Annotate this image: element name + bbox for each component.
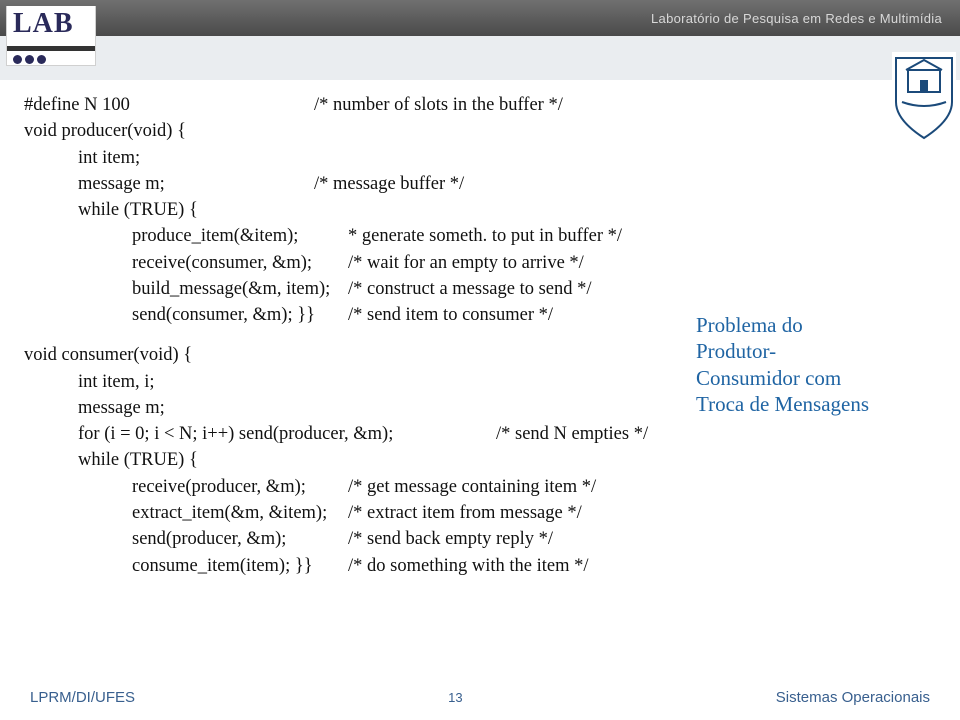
code-line: message m; (78, 395, 165, 421)
code-comment: /* message buffer */ (314, 171, 464, 197)
code-line: #define N 100 (24, 92, 314, 118)
code-comment: /* extract item from message */ (348, 500, 582, 526)
code-line: int item, i; (78, 369, 155, 395)
university-shield-icon (892, 52, 956, 142)
callout-line: Consumidor com (696, 365, 932, 391)
footer-left: LPRM/DI/UFES (30, 689, 135, 706)
code-comment: /* do something with the item */ (348, 553, 588, 579)
page-number: 13 (448, 690, 462, 705)
code-line: while (TRUE) { (78, 197, 198, 223)
code-line: send(consumer, &m); }} (132, 302, 348, 328)
callout-line: Troca de Mensagens (696, 391, 932, 417)
footer: LPRM/DI/UFES 13 Sistemas Operacionais (0, 689, 960, 706)
callout-line: Produtor- (696, 338, 932, 364)
code-line: while (TRUE) { (78, 447, 198, 473)
code-line: receive(producer, &m); (132, 474, 348, 500)
lab-name: Laboratório de Pesquisa em Redes e Multi… (651, 11, 942, 26)
code-line: int item; (78, 145, 140, 171)
top-banner: Laboratório de Pesquisa em Redes e Multi… (0, 0, 960, 36)
code-line: consume_item(item); }} (132, 553, 348, 579)
callout-box: Problema do Produtor- Consumidor com Tro… (696, 312, 932, 417)
code-comment: /* number of slots in the buffer */ (314, 92, 563, 118)
logo-dots (7, 51, 95, 66)
code-line: extract_item(&m, &item); (132, 500, 348, 526)
code-comment: * generate someth. to put in buffer */ (348, 223, 622, 249)
code-line: message m; (78, 171, 314, 197)
logo-fragment: LAB (6, 6, 96, 66)
logo-text: LAB (7, 6, 95, 42)
code-comment: /* wait for an empty to arrive */ (348, 250, 584, 276)
slide-body: #define N 100/* number of slots in the b… (0, 80, 960, 668)
code-line: void producer(void) { (24, 118, 186, 144)
code-line: receive(consumer, &m); (132, 250, 348, 276)
code-comment: /* construct a message to send */ (348, 276, 592, 302)
title-bar (0, 36, 960, 80)
footer-right: Sistemas Operacionais (776, 689, 930, 706)
code-line: send(producer, &m); (132, 526, 348, 552)
code-line: for (i = 0; i < N; i++) send(producer, &… (78, 421, 496, 447)
code-comment: /* get message containing item */ (348, 474, 596, 500)
code-comment: /* send back empty reply */ (348, 526, 553, 552)
code-line: build_message(&m, item); (132, 276, 348, 302)
callout-line: Problema do (696, 312, 932, 338)
code-line: produce_item(&item); (132, 223, 348, 249)
code-line: void consumer(void) { (24, 342, 192, 368)
code-comment: /* send N empties */ (496, 421, 648, 447)
code-comment: /* send item to consumer */ (348, 302, 553, 328)
